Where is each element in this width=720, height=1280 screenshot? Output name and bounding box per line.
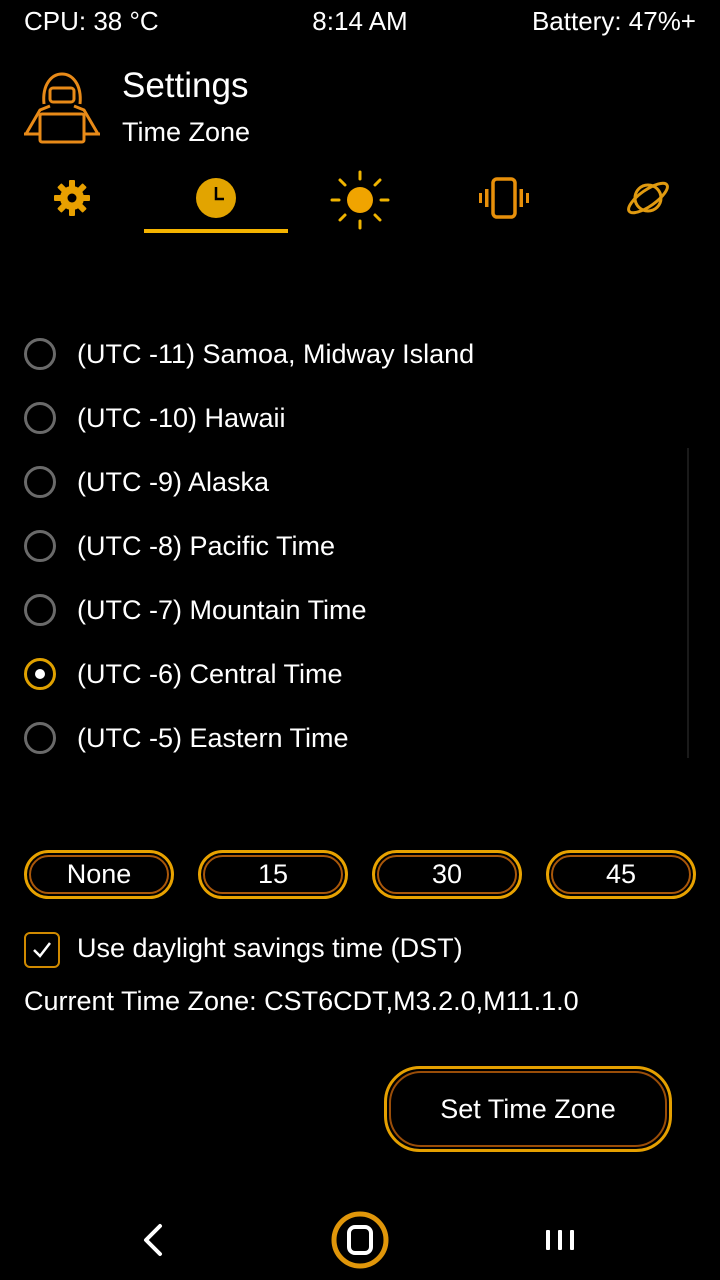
- home-button[interactable]: [325, 1205, 395, 1275]
- dst-checkbox[interactable]: [24, 932, 60, 968]
- sun-icon: [330, 170, 390, 230]
- radio-button[interactable]: [24, 466, 56, 498]
- radio-button-selected[interactable]: [24, 658, 56, 690]
- current-timezone-text: Current Time Zone: CST6CDT,M3.2.0,M11.1.…: [24, 986, 579, 1016]
- offset-30-button[interactable]: 30: [372, 850, 522, 899]
- timezone-label: (UTC -8) Pacific Time: [77, 530, 336, 561]
- tab-general[interactable]: [0, 172, 144, 234]
- tab-indicator: [144, 229, 288, 233]
- timezone-list: (UTC -11) Samoa, Midway Island (UTC -10)…: [0, 322, 720, 770]
- offset-none-button[interactable]: None: [24, 850, 174, 899]
- planet-icon: [627, 181, 669, 215]
- radio-button[interactable]: [24, 338, 56, 370]
- radio-button[interactable]: [24, 402, 56, 434]
- tab-vibration[interactable]: [432, 172, 576, 234]
- timezone-option-selected[interactable]: (UTC -6) Central Time: [0, 642, 720, 706]
- battery-status: Battery: 47%+: [531, 6, 696, 36]
- vibrate-icon: [479, 177, 529, 219]
- timezone-label: (UTC -5) Eastern Time: [77, 722, 349, 753]
- back-button[interactable]: [118, 1205, 188, 1275]
- checkmark-icon: [33, 942, 51, 958]
- page-subtitle: Time Zone: [122, 117, 251, 147]
- timezone-option[interactable]: (UTC -5) Eastern Time: [0, 706, 720, 770]
- timezone-label: (UTC -10) Hawaii: [77, 402, 286, 433]
- list-scrollbar[interactable]: [687, 448, 689, 758]
- timezone-option[interactable]: (UTC -9) Alaska: [0, 450, 720, 514]
- set-time-zone-button[interactable]: Set Time Zone: [384, 1066, 672, 1152]
- timezone-label: (UTC -6) Central Time: [77, 658, 343, 689]
- recents-icon: [546, 1230, 574, 1250]
- tab-brightness[interactable]: [288, 170, 432, 234]
- back-icon: [144, 1224, 162, 1256]
- timezone-label: (UTC -9) Alaska: [77, 466, 270, 497]
- hacker-icon: [24, 72, 100, 144]
- tab-time-zone[interactable]: [144, 172, 288, 234]
- recents-button[interactable]: [525, 1205, 595, 1275]
- home-icon: [331, 1211, 389, 1269]
- timezone-option[interactable]: (UTC -8) Pacific Time: [0, 514, 720, 578]
- radio-button[interactable]: [24, 722, 56, 754]
- radio-button[interactable]: [24, 530, 56, 562]
- gear-icon: [54, 180, 90, 216]
- clock-icon: [196, 178, 236, 218]
- timezone-option[interactable]: (UTC -10) Hawaii: [0, 386, 720, 450]
- offset-45-button[interactable]: 45: [546, 850, 696, 899]
- timezone-label: (UTC -7) Mountain Time: [77, 594, 367, 625]
- timezone-option[interactable]: (UTC -7) Mountain Time: [0, 578, 720, 642]
- page-title: Settings: [122, 66, 249, 105]
- dst-label: Use daylight savings time (DST): [77, 933, 463, 963]
- offset-15-button[interactable]: 15: [198, 850, 348, 899]
- radio-button[interactable]: [24, 594, 56, 626]
- timezone-label: (UTC -11) Samoa, Midway Island: [77, 338, 475, 369]
- timezone-option[interactable]: (UTC -11) Samoa, Midway Island: [0, 322, 720, 386]
- tab-network[interactable]: [576, 172, 720, 234]
